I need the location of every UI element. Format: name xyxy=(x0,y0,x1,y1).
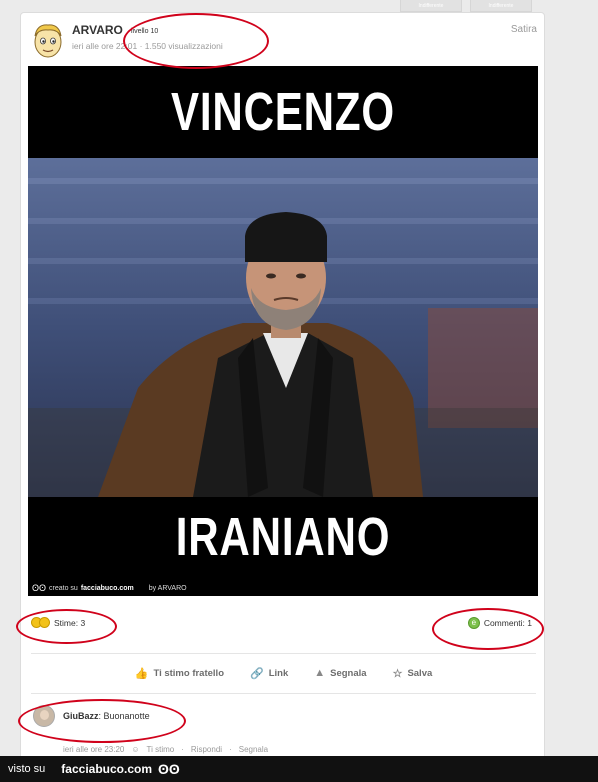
meme-image[interactable]: VINCENZO IRANIANO ʘʘ creato su facciabuc… xyxy=(28,66,538,596)
separator-dot: · xyxy=(181,745,184,754)
eyes-icon: ʘʘ xyxy=(32,583,47,593)
meme-bottom-text: IRANIANO xyxy=(175,507,391,567)
comment-report-link[interactable]: Segnala xyxy=(239,745,268,754)
eyes-icon: ʘʘ xyxy=(158,761,180,777)
smiley-icon: ☺ xyxy=(131,745,140,754)
link-button[interactable]: 🔗 Link xyxy=(250,661,288,685)
comment-stimo-link[interactable]: Ti stimo xyxy=(147,745,175,754)
separator-dot: · xyxy=(229,745,232,754)
meme-footer: ʘʘ creato su facciabuco.com by ARVARO xyxy=(32,583,187,593)
comments-label: Commenti: 1 xyxy=(483,618,532,628)
meme-top-text: VINCENZO xyxy=(171,82,395,142)
divider xyxy=(31,653,536,654)
stime-label: Stime: 3 xyxy=(54,617,86,628)
comment-time: ieri alle ore 23:20 xyxy=(63,745,125,754)
meme-footer-by: by ARVARO xyxy=(148,584,187,592)
segnala-button[interactable]: ▲ Segnala xyxy=(314,661,366,685)
author-avatar[interactable] xyxy=(31,20,65,60)
segnala-label: Segnala xyxy=(330,667,367,679)
commenter-avatar[interactable] xyxy=(33,705,55,727)
top-tabs: Indifferente Indifferente xyxy=(400,0,532,12)
bottom-prefix: visto su xyxy=(8,763,46,775)
commenter-name[interactable]: GiuBazz xyxy=(63,711,99,721)
bottom-site[interactable]: facciabuco.com ʘʘ xyxy=(61,761,179,777)
comment-reply-link[interactable]: Rispondi xyxy=(191,745,222,754)
post-stats: Stime: 3 e Commenti: 1 xyxy=(21,613,544,633)
comment-body: Buonanotte xyxy=(103,711,150,721)
comment-meta: ieri alle ore 23:20 ☺ Ti stimo · Rispond… xyxy=(63,745,268,754)
comment-bubble-icon: e xyxy=(467,617,480,629)
warning-icon: ▲ xyxy=(314,667,326,679)
meme-footer-created: creato su xyxy=(49,584,78,592)
author-name[interactable]: ARVARO xyxy=(72,23,123,37)
post-category[interactable]: Satira xyxy=(511,24,537,35)
stime-count[interactable]: Stime: 3 xyxy=(31,617,85,628)
bottom-bar: visto su facciabuco.com ʘʘ xyxy=(0,756,598,782)
star-icon: ☆ xyxy=(392,667,403,680)
author-level: livello 10 xyxy=(131,28,159,35)
meme-photo xyxy=(28,158,538,497)
divider xyxy=(31,693,536,694)
thumb-icon: 👍 xyxy=(134,667,149,680)
salva-button[interactable]: ☆ Salva xyxy=(393,661,433,685)
post-card: ARVARO livello 10 ieri alle ore 22:01 · … xyxy=(20,12,545,760)
bottom-site-name: facciabuco.com xyxy=(61,762,152,776)
stimo-label: Ti stimo fratello xyxy=(153,667,224,679)
post-actions: 👍 Ti stimo fratello 🔗 Link ▲ Segnala ☆ S… xyxy=(21,661,544,685)
link-icon: 🔗 xyxy=(250,667,264,680)
surprised-emoji-icon xyxy=(39,617,50,628)
salva-label: Salva xyxy=(407,667,433,679)
meme-footer-brand: facciabuco.com xyxy=(80,584,134,592)
top-tab[interactable]: Indifferente xyxy=(400,0,462,12)
post-header: ARVARO livello 10 ieri alle ore 22:01 · … xyxy=(21,13,544,65)
comments-count[interactable]: e Commenti: 1 xyxy=(467,617,532,629)
comment-text: GiuBazz: Buonanotte xyxy=(63,711,150,721)
link-label: Link xyxy=(268,667,289,679)
top-tab[interactable]: Indifferente xyxy=(470,0,532,12)
stimo-button[interactable]: 👍 Ti stimo fratello xyxy=(135,661,224,685)
comment-item: GiuBazz: Buonanotte xyxy=(33,705,150,727)
post-meta: ieri alle ore 22:01 · 1.550 visualizzazi… xyxy=(72,41,223,51)
